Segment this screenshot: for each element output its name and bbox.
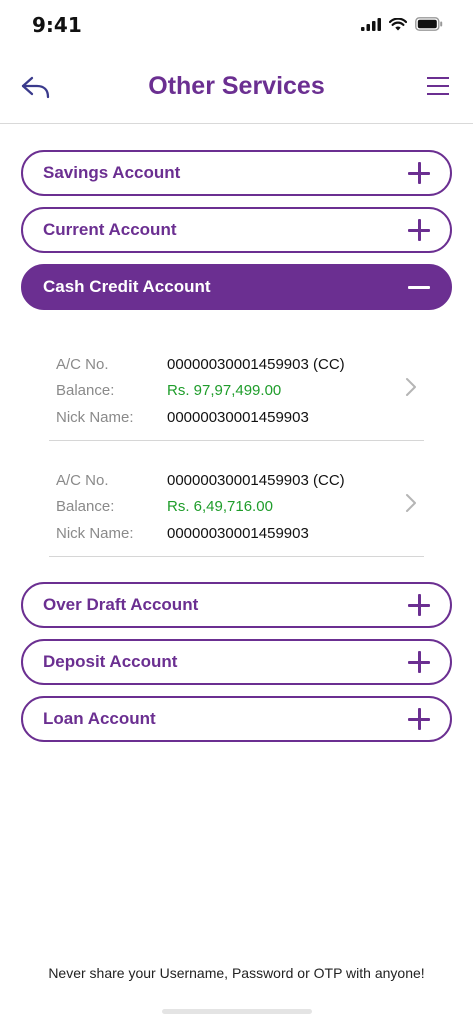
chevron-right-icon bbox=[406, 378, 416, 396]
ac-no-value: 00000030001459903 (CC) bbox=[167, 471, 345, 489]
status-icons bbox=[361, 16, 443, 32]
page-title: Other Services bbox=[148, 72, 325, 100]
hamburger-menu-icon bbox=[427, 77, 449, 95]
ac-no-value: 00000030001459903 (CC) bbox=[167, 355, 345, 373]
nick-name-label: Nick Name: bbox=[56, 524, 134, 542]
plus-icon bbox=[408, 708, 430, 730]
accordion-label: Cash Credit Account bbox=[43, 277, 211, 296]
accordion-savings-account[interactable]: Savings Account bbox=[21, 150, 452, 196]
cash-credit-account-list: A/C No. 00000030001459903 (CC) Balance: … bbox=[21, 321, 452, 571]
security-warning: Never share your Username, Password or O… bbox=[48, 965, 425, 981]
plus-icon bbox=[408, 219, 430, 241]
accordion-loan-account[interactable]: Loan Account bbox=[21, 696, 452, 742]
status-time: 9:41 bbox=[32, 13, 82, 37]
nick-name-label: Nick Name: bbox=[56, 408, 134, 426]
accordion-label: Over Draft Account bbox=[43, 595, 199, 614]
balance-value: Rs. 97,97,499.00 bbox=[167, 382, 282, 400]
account-card[interactable]: A/C No. 00000030001459903 (CC) Balance: … bbox=[49, 325, 424, 441]
plus-icon bbox=[408, 162, 430, 184]
accordion-label: Deposit Account bbox=[43, 652, 178, 671]
battery-icon bbox=[415, 17, 443, 31]
menu-button[interactable] bbox=[427, 76, 449, 96]
balance-label: Balance: bbox=[56, 498, 115, 516]
ac-no-label: A/C No. bbox=[56, 471, 109, 489]
cellular-signal-icon bbox=[361, 17, 381, 31]
accordion-deposit-account[interactable]: Deposit Account bbox=[21, 639, 452, 685]
balance-label: Balance: bbox=[56, 382, 115, 400]
ac-no-label: A/C No. bbox=[56, 355, 109, 373]
header: Other Services bbox=[0, 52, 473, 124]
plus-icon bbox=[408, 651, 430, 673]
accordion-current-account[interactable]: Current Account bbox=[21, 207, 452, 253]
accordion-label: Current Account bbox=[43, 220, 177, 239]
home-indicator[interactable] bbox=[162, 1009, 312, 1014]
balance-value: Rs. 6,49,716.00 bbox=[167, 498, 273, 516]
accordion-over-draft-account[interactable]: Over Draft Account bbox=[21, 582, 452, 628]
accordion-label: Loan Account bbox=[43, 709, 156, 728]
plus-icon bbox=[408, 594, 430, 616]
chevron-right-icon bbox=[406, 494, 416, 512]
nick-name-value: 00000030001459903 bbox=[167, 408, 309, 426]
account-card[interactable]: A/C No. 00000030001459903 (CC) Balance: … bbox=[49, 441, 424, 557]
status-bar: 9:41 bbox=[0, 0, 473, 50]
account-accordion: Savings Account Current Account Cash Cre… bbox=[21, 150, 452, 753]
screen: 9:41 Other Services Savings Account Curr… bbox=[0, 0, 473, 1024]
wifi-icon bbox=[389, 17, 407, 30]
minus-icon bbox=[408, 276, 430, 298]
accordion-label: Savings Account bbox=[43, 163, 181, 182]
nick-name-value: 00000030001459903 bbox=[167, 524, 309, 542]
accordion-cash-credit-account[interactable]: Cash Credit Account bbox=[21, 264, 452, 310]
